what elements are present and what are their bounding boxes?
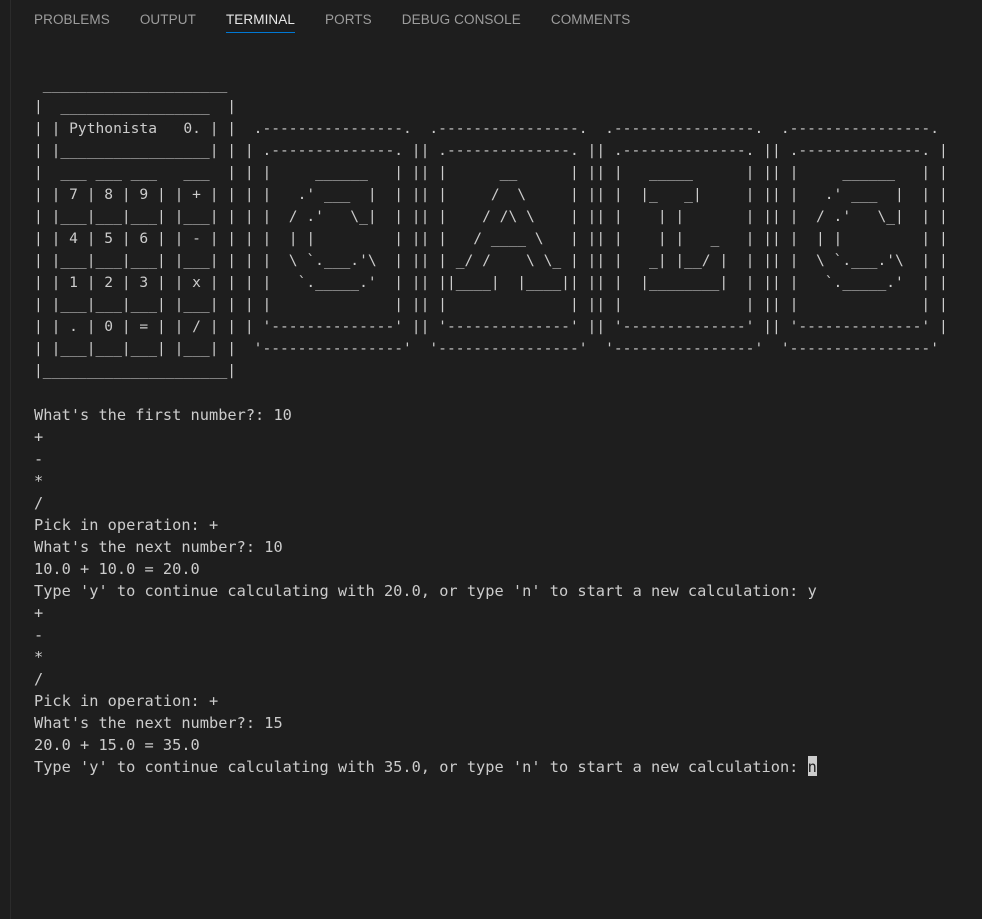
tab-output[interactable]: OUTPUT	[140, 12, 196, 33]
terminal-prompt-line[interactable]: Type 'y' to continue calculating with 35…	[34, 756, 974, 778]
terminal-line: Pick in operation: +	[34, 516, 219, 534]
terminal-prompt: Type 'y' to continue calculating with 35…	[34, 758, 808, 776]
tab-terminal[interactable]: TERMINAL	[225, 12, 296, 33]
terminal-line: /	[34, 670, 44, 688]
terminal-line: /	[34, 494, 44, 512]
tab-debug-console[interactable]: DEBUG CONSOLE	[402, 12, 521, 33]
terminal-line: -	[34, 626, 44, 644]
tab-comments[interactable]: COMMENTS	[551, 12, 631, 33]
terminal-line: Type 'y' to continue calculating with 20…	[34, 582, 817, 600]
terminal-line: 20.0 + 15.0 = 35.0	[34, 736, 200, 754]
calc-ascii-banner: _____________________ | ________________…	[34, 76, 948, 379]
terminal-line: What's the next number?: 15	[34, 714, 283, 732]
terminal-line: 10.0 + 10.0 = 20.0	[34, 560, 200, 578]
terminal-line: Pick in operation: +	[34, 692, 219, 710]
terminal-output[interactable]: _____________________ | ________________…	[34, 74, 974, 778]
terminal-line: What's the first number?: 10	[34, 406, 292, 424]
tab-problems[interactable]: PROBLEMS	[34, 12, 110, 33]
terminal-cursor[interactable]: n	[807, 756, 817, 776]
panel-tab-bar: PROBLEMS OUTPUT TERMINAL PORTS DEBUG CON…	[0, 0, 982, 38]
terminal-line: -	[34, 450, 44, 468]
terminal-line: What's the next number?: 10	[34, 538, 283, 556]
terminal-line: *	[34, 648, 44, 666]
panel-left-border	[10, 0, 11, 919]
terminal-line: +	[34, 604, 44, 622]
terminal-lines: What's the first number?: 10 + - * / Pick in …	[34, 404, 974, 756]
terminal-line: *	[34, 472, 44, 490]
tab-ports[interactable]: PORTS	[325, 12, 372, 33]
terminal-line: +	[34, 428, 44, 446]
